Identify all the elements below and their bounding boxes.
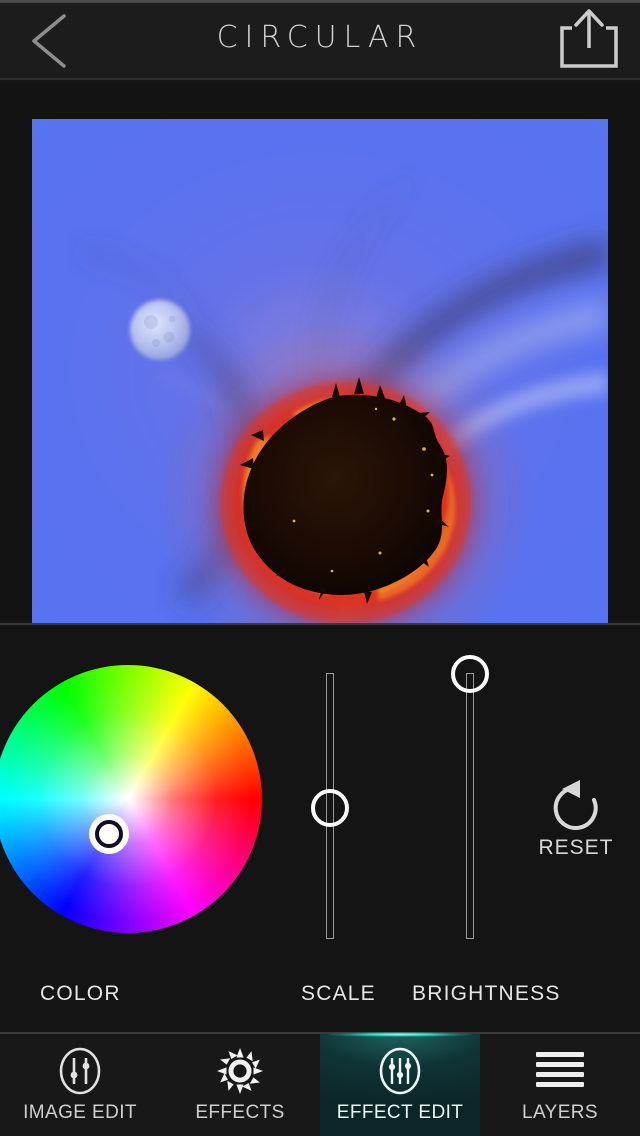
color-wheel[interactable] [0, 665, 262, 933]
sun-burst-icon [160, 1046, 320, 1096]
tab-layers-label: LAYERS [522, 1102, 598, 1123]
undo-arrow-icon [553, 780, 598, 830]
color-label: COLOR [40, 982, 121, 1005]
tiny-planet-image [32, 119, 608, 623]
share-upload-icon [560, 9, 618, 68]
color-wheel-selector[interactable] [89, 814, 129, 854]
tab-image-edit-label: IMAGE EDIT [23, 1102, 137, 1123]
tab-layers[interactable]: LAYERS [480, 1034, 640, 1136]
stage-divider [0, 623, 640, 625]
brightness-slider-track[interactable] [466, 673, 474, 939]
reset-button[interactable]: RESET [528, 778, 624, 868]
tab-effect-edit-label: EFFECT EDIT [336, 1102, 464, 1123]
reset-label: RESET [538, 836, 614, 859]
brightness-slider-knob[interactable] [451, 655, 489, 693]
sliders-circle-icon [320, 1046, 480, 1096]
page-title: CIRCULAR [216, 20, 424, 55]
scale-slider-knob[interactable] [311, 789, 349, 827]
edited-photo[interactable] [32, 119, 608, 623]
tab-effect-edit[interactable]: EFFECT EDIT [320, 1032, 480, 1136]
tab-effects[interactable]: EFFECTS [160, 1034, 320, 1136]
tab-effects-label: EFFECTS [195, 1102, 285, 1123]
brightness-slider[interactable] [451, 655, 489, 939]
app-root: CIRCULAR COLOR SCALE BRIGHTNESS RESET IM… [0, 0, 640, 1136]
sliders-circle-icon [0, 1046, 160, 1096]
photo-stage [0, 82, 640, 625]
color-wheel-control[interactable] [0, 665, 262, 933]
stacked-lines-icon [480, 1046, 640, 1096]
active-tab-glow [330, 1032, 470, 1037]
tab-image-edit[interactable]: IMAGE EDIT [0, 1034, 160, 1136]
app-header: CIRCULAR [0, 0, 640, 80]
brightness-label: BRIGHTNESS [412, 982, 561, 1005]
scale-slider[interactable] [311, 673, 349, 939]
bottom-tab-bar: IMAGE EDIT EFFECTS EFFECT EDIT LAYERS [0, 1032, 640, 1136]
scale-label: SCALE [301, 982, 376, 1005]
share-button[interactable] [554, 6, 624, 74]
moon-icon [130, 300, 190, 360]
